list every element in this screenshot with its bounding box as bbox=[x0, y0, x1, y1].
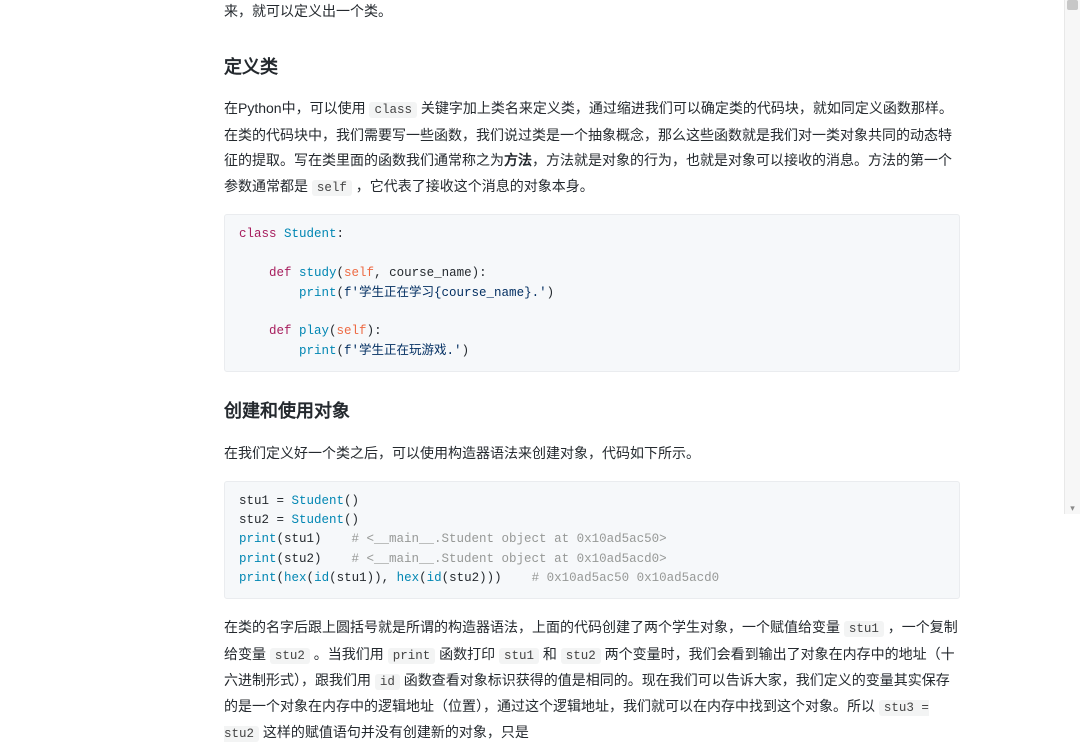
punct: ( bbox=[337, 266, 345, 280]
fn: study bbox=[292, 266, 337, 280]
text: 函数打印 bbox=[435, 646, 499, 662]
code-stu2: stu2 bbox=[270, 648, 310, 664]
kw: class bbox=[239, 227, 277, 241]
code-stu1: stu1 bbox=[844, 621, 884, 637]
str: f'学生正在学习{course_name}.' bbox=[344, 286, 547, 300]
fn: play bbox=[292, 324, 330, 338]
heading-define-class: 定义类 bbox=[224, 52, 960, 83]
heading-create-use-object: 创建和使用对象 bbox=[224, 396, 960, 427]
truncated-prev-line: 来，就可以定义出一个类。 bbox=[224, 0, 960, 28]
code-block-student-class: class Student: def study(self, course_na… bbox=[224, 214, 960, 372]
fn: hex bbox=[397, 571, 420, 585]
text: 在Python中，可以使用 bbox=[224, 100, 369, 116]
punct: : bbox=[337, 227, 345, 241]
punct: ( bbox=[329, 324, 337, 338]
args: (stu2) bbox=[277, 552, 352, 566]
text: ，它代表了接收这个消息的对象本身。 bbox=[352, 178, 594, 194]
code-class-keyword: class bbox=[369, 102, 417, 118]
text: 。当我们用 bbox=[310, 646, 388, 662]
punct: ( bbox=[337, 286, 345, 300]
text: 和 bbox=[539, 646, 561, 662]
fn: print bbox=[239, 552, 277, 566]
txt: stu2 = bbox=[239, 513, 292, 527]
kw: def bbox=[239, 324, 292, 338]
punct: ) bbox=[462, 344, 470, 358]
code-print: print bbox=[388, 648, 436, 664]
code-self-keyword: self bbox=[312, 180, 352, 196]
self: self bbox=[337, 324, 367, 338]
punct: ): bbox=[367, 324, 382, 338]
code-stu1b: stu1 bbox=[499, 648, 539, 664]
cmt: # <__main__.Student object at 0x10ad5acd… bbox=[352, 552, 667, 566]
fn: print bbox=[239, 286, 337, 300]
text: 在类的名字后跟上圆括号就是所谓的构造器语法，上面的代码创建了两个学生对象，一个赋… bbox=[224, 619, 844, 635]
cls: Student bbox=[277, 227, 337, 241]
code-id: id bbox=[375, 674, 400, 690]
para-define-class: 在Python中，可以使用 class 关键字加上类名来定义类，通过缩进我们可以… bbox=[224, 96, 960, 200]
text: 这样的赋值语句并没有创建新的对象，只是 bbox=[259, 724, 529, 740]
bold-method: 方法 bbox=[504, 152, 532, 168]
fn: print bbox=[239, 532, 277, 546]
para-create-object-intro: 在我们定义好一个类之后，可以使用构造器语法来创建对象，代码如下所示。 bbox=[224, 441, 960, 467]
code-stu2b: stu2 bbox=[561, 648, 601, 664]
fn: print bbox=[239, 344, 337, 358]
txt: stu1 = bbox=[239, 494, 292, 508]
str: f'学生正在玩游戏.' bbox=[344, 344, 462, 358]
code-block-create-objects: stu1 = Student() stu2 = Student() print(… bbox=[224, 481, 960, 600]
cls: Student bbox=[292, 494, 345, 508]
args: , course_name): bbox=[374, 266, 487, 280]
punct: () bbox=[344, 513, 359, 527]
document-page: 来，就可以定义出一个类。 定义类 在Python中，可以使用 class 关键字… bbox=[0, 0, 1080, 514]
punct: ( bbox=[307, 571, 315, 585]
punct: () bbox=[344, 494, 359, 508]
fn: print bbox=[239, 571, 277, 585]
args: (stu1)), bbox=[329, 571, 397, 585]
fn: id bbox=[314, 571, 329, 585]
args: (stu2))) bbox=[442, 571, 532, 585]
kw: def bbox=[239, 266, 292, 280]
article-content: 来，就可以定义出一个类。 定义类 在Python中，可以使用 class 关键字… bbox=[208, 0, 976, 746]
fn: hex bbox=[284, 571, 307, 585]
punct: ) bbox=[547, 286, 555, 300]
fn: id bbox=[427, 571, 442, 585]
cmt: # <__main__.Student object at 0x10ad5ac5… bbox=[352, 532, 667, 546]
punct: ( bbox=[337, 344, 345, 358]
punct: ( bbox=[419, 571, 427, 585]
para-constructor-explain: 在类的名字后跟上圆括号就是所谓的构造器语法，上面的代码创建了两个学生对象，一个赋… bbox=[224, 615, 960, 746]
punct: ( bbox=[277, 571, 285, 585]
cls: Student bbox=[292, 513, 345, 527]
self: self bbox=[344, 266, 374, 280]
cmt: # 0x10ad5ac50 0x10ad5acd0 bbox=[532, 571, 720, 585]
args: (stu1) bbox=[277, 532, 352, 546]
